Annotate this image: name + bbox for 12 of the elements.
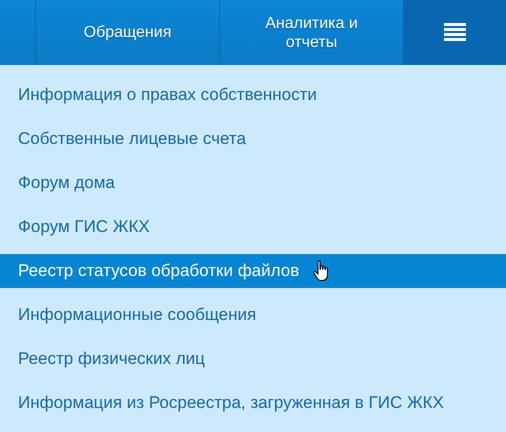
menu-item[interactable]: Собственные лицевые счета bbox=[0, 122, 506, 156]
menu-item[interactable]: Реестр статусов обработки файлов bbox=[0, 254, 506, 288]
menu-item[interactable]: Информация из Росреестра, загруженная в ГИС ЖКХ bbox=[0, 386, 506, 420]
menu-button[interactable] bbox=[404, 0, 506, 65]
menu-item[interactable]: Форум ГИС ЖКХ bbox=[0, 210, 506, 244]
nav-tab[interactable]: Аналитика и отчеты bbox=[220, 0, 404, 65]
nav-tab[interactable]: Обращения bbox=[36, 0, 220, 65]
menu-icon bbox=[444, 23, 466, 42]
menu-item[interactable]: Форум дома bbox=[0, 166, 506, 200]
menu-item[interactable]: Информация о правах собственности bbox=[0, 78, 506, 112]
menu-item[interactable]: Реестр физических лиц bbox=[0, 342, 506, 376]
menu-item[interactable]: Информационные сообщения bbox=[0, 298, 506, 332]
